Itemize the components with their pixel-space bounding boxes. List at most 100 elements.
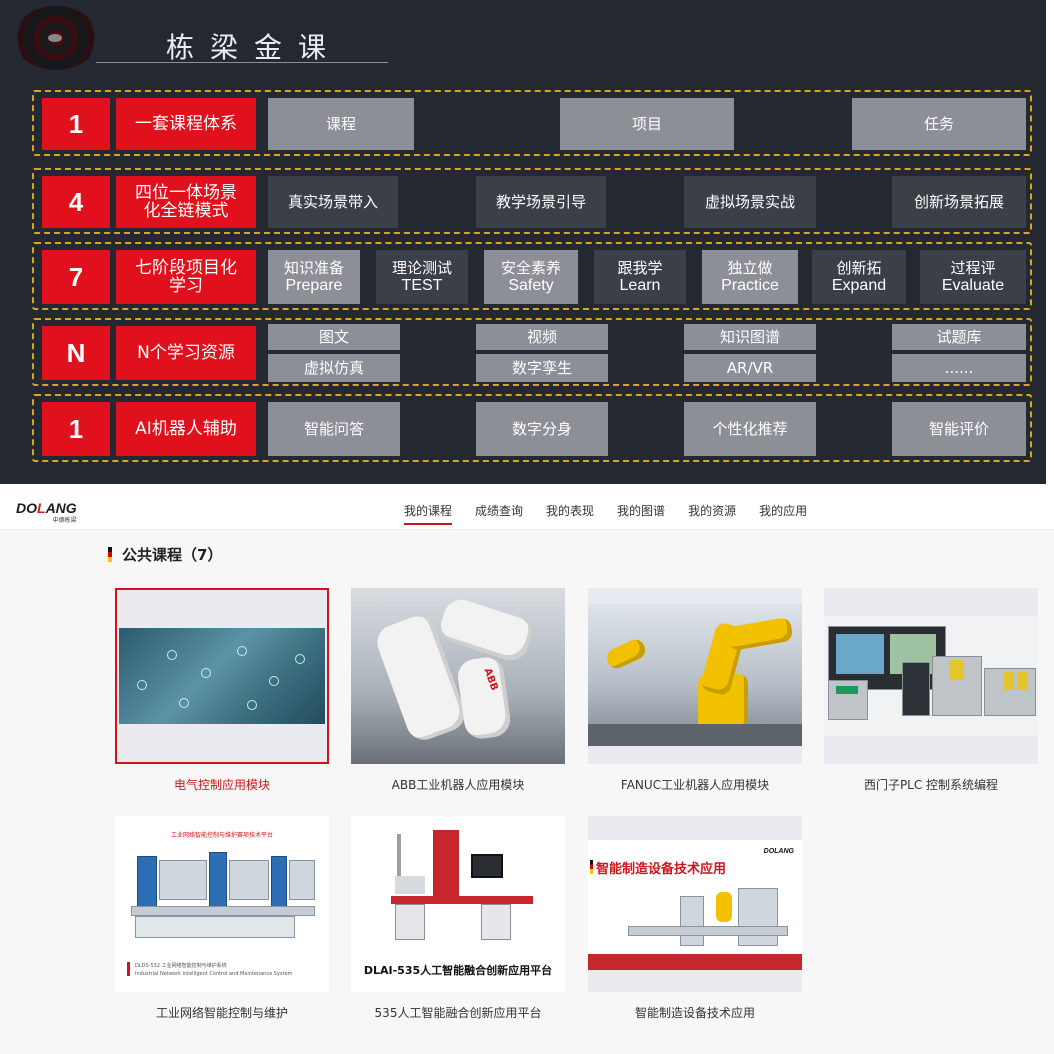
course-thumbnail: DOLANG 智能制造设备技术应用	[588, 816, 802, 992]
cell-course: 课程	[268, 98, 414, 150]
cell-resource: 视频	[476, 324, 608, 350]
cell-resource: 知识图谱	[684, 324, 816, 350]
row-number: N	[42, 326, 110, 380]
cell-task: 任务	[852, 98, 1026, 150]
thumb-title: 智能制造设备技术应用	[596, 862, 727, 877]
cell-stage: 过程评 Evaluate	[920, 250, 1026, 304]
row-course-system: 1 一套课程体系 课程 项目 任务	[32, 90, 1032, 156]
stage-cn: 知识准备	[283, 259, 344, 277]
cell-project: 项目	[560, 98, 734, 150]
course-thumbnail	[824, 588, 1038, 764]
stage-en: Prepare	[285, 277, 343, 294]
siemens-plc-image	[824, 616, 1038, 736]
course-thumbnail	[115, 588, 329, 764]
stage-cn: 理论测试	[391, 259, 452, 277]
cell-resource: 数字孪生	[476, 354, 608, 382]
nav-resources[interactable]: 我的资源	[688, 502, 736, 525]
thumb-logo: DOLANG	[763, 848, 794, 855]
nav-grades[interactable]: 成绩查询	[475, 502, 523, 525]
cell-resource: ......	[892, 354, 1026, 382]
stage-en: Safety	[508, 277, 554, 294]
course-title: 535人工智能融合创新应用平台	[374, 1006, 542, 1020]
stage-cn: 过程评	[950, 259, 996, 277]
row-number: 1	[42, 98, 110, 150]
stage-cn: 安全素养	[500, 259, 561, 277]
stage-cn: 创新拓	[836, 259, 882, 277]
course-title: 电气控制应用模块	[173, 778, 270, 792]
cell-stage: 创新拓 Expand	[812, 250, 906, 304]
nav-performance[interactable]: 我的表现	[546, 502, 594, 525]
german-flag-icon	[108, 547, 112, 562]
row-ai-assist: 1 AI机器人辅助 智能问答 数字分身 个性化推荐 智能评价	[32, 394, 1032, 462]
nav-apps[interactable]: 我的应用	[759, 502, 807, 525]
tech-network-image	[119, 628, 325, 724]
stage-en: Learn	[619, 277, 661, 294]
top-nav-bar: DOLANG 中德栋梁 我的课程 成绩查询 我的表现 我的图谱 我的资源 我的应…	[0, 484, 1054, 530]
course-portal: DOLANG 中德栋梁 我的课程 成绩查询 我的表现 我的图谱 我的资源 我的应…	[0, 484, 1054, 1054]
banner-title: 栋梁金课	[166, 31, 343, 64]
stage-cn: 独立做	[727, 259, 773, 277]
cell-resource: AR/VR	[684, 354, 816, 382]
nav-my-courses[interactable]: 我的课程	[404, 502, 453, 525]
cell-stage: 独立做 Practice	[702, 250, 798, 304]
nav-graph[interactable]: 我的图谱	[617, 502, 665, 525]
thumb-subtitle: DLDS-532 工业网络智能控制与维护系统	[135, 963, 227, 969]
cell-resource: 虚拟仿真	[268, 354, 400, 382]
row-label: 七阶段项目化学习	[116, 250, 256, 304]
cell-scene: 创新场景拓展	[892, 176, 1026, 228]
cell-stage: 理论测试 TEST	[376, 250, 468, 304]
section-header: 公共课程（7）	[108, 544, 222, 565]
cell-scene: 教学场景引导	[476, 176, 606, 228]
cell-resource: 试题库	[892, 324, 1026, 350]
course-title: 西门子PLC 控制系统编程	[863, 778, 999, 792]
thumb-subtitle-en: Industrial Network Intelligent Control a…	[135, 971, 293, 977]
row-number: 7	[42, 250, 110, 304]
row-four-scene-model: 4 四位一体场景化全链模式 真实场景带入 教学场景引导 虚拟场景实战 创新场景拓…	[32, 168, 1032, 234]
row-number: 1	[42, 402, 110, 456]
industrial-network-image: 工业网络智能控制与维护赛项技术平台 DLDS-532 工业网络智能控制与维护系统…	[115, 816, 329, 992]
brand-logo[interactable]: DOLANG 中德栋梁	[16, 500, 77, 524]
row-label: N个学习资源	[116, 326, 256, 380]
banner-logo-disc	[14, 6, 98, 70]
cell-scene: 虚拟场景实战	[684, 176, 816, 228]
row-number: 4	[42, 176, 110, 228]
framework-banner: 栋梁金课 1 一套课程体系 课程 项目 任务 4 四位一体场景化全链模式 真实场…	[0, 0, 1046, 484]
cell-stage: 知识准备 Prepare	[268, 250, 360, 304]
stage-en: TEST	[401, 277, 443, 294]
stage-en: Practice	[721, 277, 779, 294]
stage-en: Evaluate	[941, 277, 1005, 294]
thumb-title: 工业网络智能控制与维护赛项技术平台	[170, 832, 273, 839]
cell-ai: 智能评价	[892, 402, 1026, 456]
course-title: ABB工业机器人应用模块	[391, 778, 525, 792]
brand-sub: 中德栋梁	[52, 517, 77, 524]
ai-platform-image: DLAI-535人工智能融合创新应用平台	[351, 816, 565, 992]
cell-ai: 个性化推荐	[684, 402, 816, 456]
course-thumbnail: DLAI-535人工智能融合创新应用平台	[351, 816, 565, 992]
course-list-area: 公共课程（7） 电气控制应用模块 ABB ABB工业机器人应用模块 FANUC工…	[0, 530, 1054, 1054]
row-label: AI机器人辅助	[116, 402, 256, 456]
cell-stage: 安全素养 Safety	[484, 250, 578, 304]
course-title: 工业网络智能控制与维护	[155, 1006, 288, 1020]
stage-cn: 跟我学	[617, 259, 663, 277]
row-label: 四位一体场景化全链模式	[116, 176, 256, 228]
abb-robot-image: ABB	[351, 588, 565, 764]
course-thumbnail	[588, 588, 802, 764]
smart-manufacturing-image: DOLANG 智能制造设备技术应用	[588, 840, 802, 970]
main-nav: 我的课程 成绩查询 我的表现 我的图谱 我的资源 我的应用	[404, 502, 830, 525]
cell-scene: 真实场景带入	[268, 176, 398, 228]
section-title: 公共课程（7）	[122, 546, 223, 564]
cell-resource: 图文	[268, 324, 400, 350]
course-title: 智能制造设备技术应用	[634, 1006, 755, 1020]
row-learning-resources: N N个学习资源 图文 视频 知识图谱 试题库 虚拟仿真 数字孪生 AR/VR …	[32, 318, 1032, 386]
thumb-title: DLAI-535人工智能融合创新应用平台	[363, 964, 553, 977]
row-seven-stage-learning: 7 七阶段项目化学习 知识准备 Prepare 理论测试 TEST 安全素养 Safe…	[32, 242, 1032, 310]
brand-name: DOLANG	[16, 500, 77, 516]
cell-ai: 智能问答	[268, 402, 400, 456]
cell-stage: 跟我学 Learn	[594, 250, 686, 304]
cell-ai: 数字分身	[476, 402, 608, 456]
fanuc-robot-image	[588, 604, 802, 746]
course-thumbnail: 工业网络智能控制与维护赛项技术平台 DLDS-532 工业网络智能控制与维护系统…	[115, 816, 329, 992]
row-label: 一套课程体系	[116, 98, 256, 150]
course-thumbnail: ABB	[351, 588, 565, 764]
course-title: FANUC工业机器人应用模块	[620, 778, 770, 792]
